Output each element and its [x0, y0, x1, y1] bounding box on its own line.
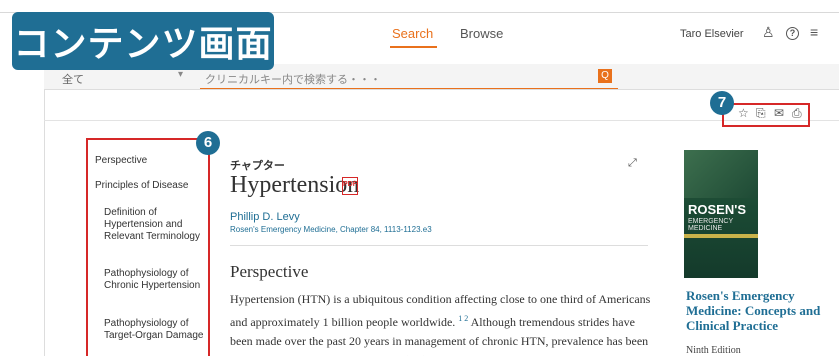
callout-badge-6: 6: [196, 131, 220, 155]
search-scope-select[interactable]: 全て: [62, 71, 84, 87]
star-icon[interactable]: ☆: [738, 106, 749, 120]
mail-icon[interactable]: ✉: [774, 106, 784, 120]
article-body: Hypertension (HTN) is a ubiquitous condi…: [230, 290, 660, 356]
pdf-icon[interactable]: PDF: [342, 177, 358, 195]
callout-badge-7: 7: [710, 91, 734, 115]
nav-browse-tab[interactable]: Browse: [460, 26, 503, 41]
content-type-label: チャプター: [230, 160, 285, 172]
cover-stripe: [684, 234, 758, 238]
search-input-underline: [200, 88, 618, 89]
search-input[interactable]: クリニカルキー内で検索する・・・: [205, 71, 381, 87]
print-icon[interactable]: ⎙: [792, 106, 802, 121]
chevron-down-icon[interactable]: ▾: [178, 69, 183, 80]
search-button[interactable]: Q: [598, 69, 612, 83]
pdf-download-icon[interactable]: ⎘: [756, 106, 766, 121]
user-name[interactable]: Taro Elsevier: [680, 28, 744, 40]
content-top-divider: [44, 120, 839, 121]
toc-item-perspective[interactable]: Perspective: [95, 155, 147, 167]
book-cover[interactable]: ROSEN'S EMERGENCY MEDICINE: [684, 150, 758, 278]
citation-link[interactable]: Rosen's Emergency Medicine, Chapter 84, …: [230, 225, 432, 234]
section-heading: Perspective: [230, 262, 309, 281]
expand-icon[interactable]: ⤢: [628, 157, 637, 170]
person-icon[interactable]: ♙: [762, 24, 775, 40]
chapter-title: Hypertension: [230, 172, 360, 198]
article-divider: [230, 245, 648, 246]
toc-item-principles-of-disease[interactable]: Principles of Disease: [95, 180, 188, 192]
reference-link[interactable]: 1 2: [458, 314, 468, 323]
hamburger-menu-icon[interactable]: ≡: [810, 24, 818, 40]
cover-title: ROSEN'S: [688, 202, 746, 217]
active-tab-underline: [390, 46, 437, 48]
toc-item-definition[interactable]: Definition of Hypertension and Relevant …: [104, 207, 204, 243]
toc-item-pathophysiology-target-organ[interactable]: Pathophysiology of Target-Organ Damage: [104, 318, 204, 342]
author-link[interactable]: Phillip D. Levy: [230, 211, 300, 223]
nav-search-tab[interactable]: Search: [392, 26, 433, 41]
content-left-border: [44, 90, 45, 356]
toc-item-pathophysiology-chronic[interactable]: Pathophysiology of Chronic Hypertension: [104, 268, 204, 292]
cover-subtitle: EMERGENCY MEDICINE: [688, 218, 733, 232]
book-title-link[interactable]: Rosen's Emergency Medicine: Concepts and…: [686, 288, 826, 333]
screen-title-badge: コンテンツ画面: [12, 12, 274, 70]
cover-image: [684, 150, 758, 198]
book-edition: Ninth Edition: [686, 345, 741, 356]
help-icon[interactable]: ?: [786, 27, 799, 40]
